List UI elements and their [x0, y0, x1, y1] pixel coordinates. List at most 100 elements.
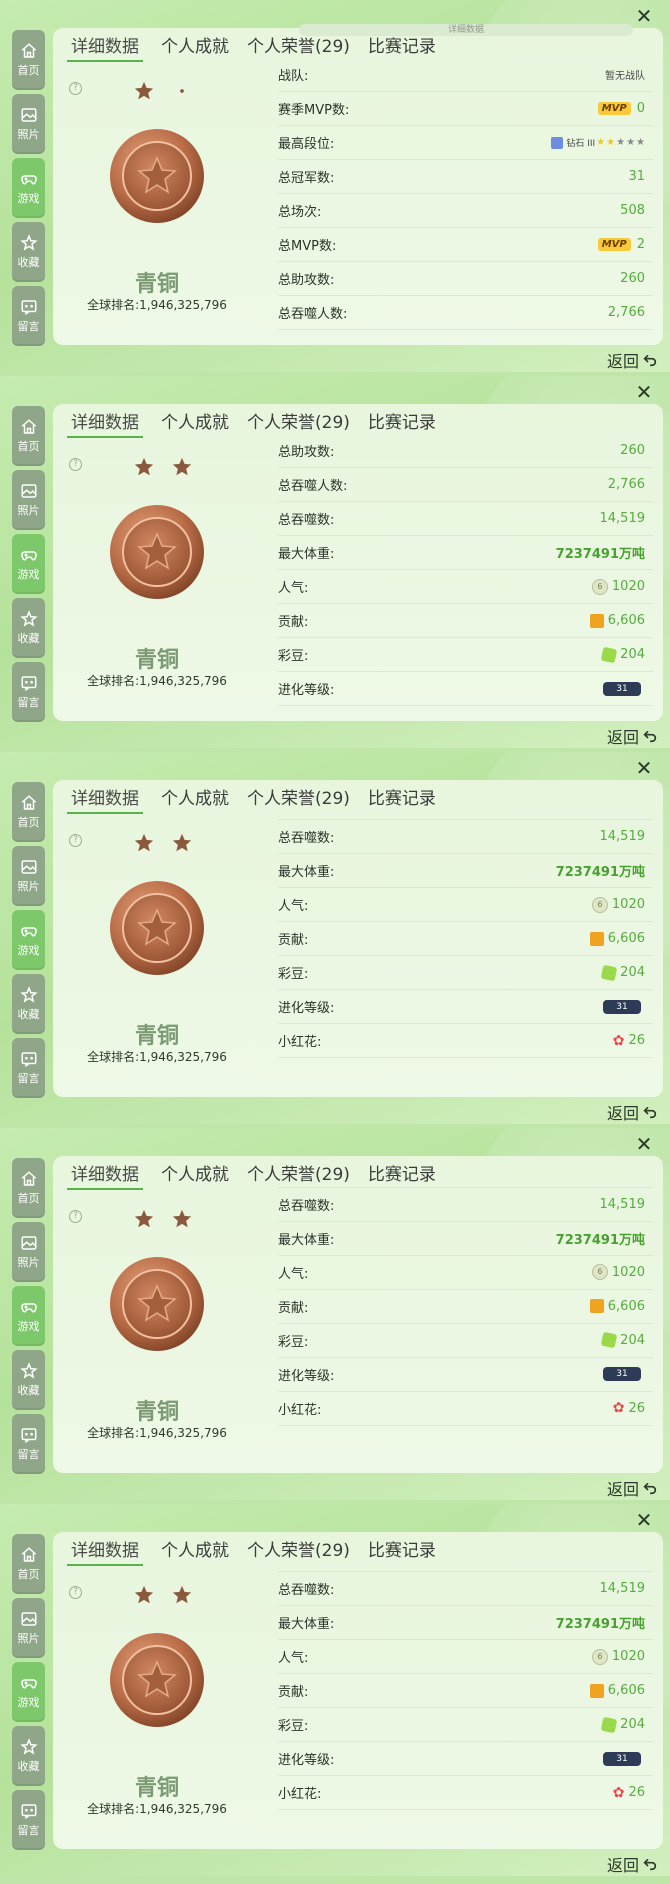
tab-0[interactable]: 详细数据	[67, 34, 143, 62]
stat-row: 总吞噬数: 14,519	[278, 820, 653, 855]
tab-2[interactable]: 个人荣誉(29)	[247, 410, 350, 436]
sidebar-item-3[interactable]: 收藏	[12, 974, 45, 1034]
stat-row: 总冠军数: 31	[278, 160, 653, 194]
sidebar-item-2[interactable]: 游戏	[12, 534, 45, 594]
stat-value: MVP 2	[597, 237, 645, 252]
back-button[interactable]: 返回	[607, 1852, 658, 1876]
sidebar-item-2[interactable]: 游戏	[12, 1286, 45, 1346]
close-icon[interactable]: ✕	[632, 756, 656, 780]
tab-0[interactable]: 详细数据	[67, 786, 143, 814]
sidebar-item-3[interactable]: 收藏	[12, 1726, 45, 1786]
close-icon[interactable]: ✕	[632, 380, 656, 404]
sidebar-item-label: 照片	[17, 880, 40, 893]
bronze-medal-icon	[109, 880, 205, 976]
sidebar-nav: 首页 照片 游戏 收藏 留言	[12, 30, 45, 350]
help-icon[interactable]: ?	[69, 834, 82, 847]
game-profile-screen: ✕ 首页 照片 游戏 收藏 留言 详细数据 个人成就 个人荣誉(29) 比赛记录? 青铜 全球排名:1…	[0, 376, 670, 748]
sidebar-item-3[interactable]: 收藏	[12, 222, 45, 282]
favorite-icon	[19, 610, 38, 630]
sidebar-item-1[interactable]: 照片	[12, 846, 45, 906]
tab-3[interactable]: 比赛记录	[368, 34, 436, 60]
popularity-icon: 6	[591, 896, 608, 913]
stat-value-text: 14,519	[599, 1196, 646, 1212]
tab-3[interactable]: 比赛记录	[368, 1538, 436, 1564]
stat-value: ✿26	[613, 1033, 645, 1049]
back-button[interactable]: 返回	[607, 1476, 658, 1500]
stat-row: 彩豆: 204	[278, 1324, 653, 1358]
sidebar-item-0[interactable]: 首页	[12, 782, 45, 842]
sidebar-item-3[interactable]: 收藏	[12, 598, 45, 658]
tab-2[interactable]: 个人荣誉(29)	[247, 34, 350, 60]
stat-label: 总MVP数:	[278, 239, 337, 254]
stats-rows: 战队:暂无战队赛季MVP数:MVP0最高段位:钻石 III★★★★★总冠军数:3…	[278, 434, 653, 716]
stat-row: 人气: 6 1020	[278, 1640, 653, 1675]
tab-bar: 详细数据 个人成就 个人荣誉(29) 比赛记录	[67, 1538, 454, 1566]
stat-value-text: 7237491万吨	[555, 1232, 645, 1248]
tab-3[interactable]: 比赛记录	[368, 410, 436, 436]
sidebar-item-0[interactable]: 首页	[12, 1534, 45, 1594]
rank-name: 青铜	[134, 1400, 179, 1425]
stat-value: ✿26	[613, 1400, 645, 1416]
stat-row: 总吞噬人数: 2,766	[278, 296, 653, 330]
stat-value: 7237491万吨	[556, 1613, 645, 1632]
sidebar-nav: 首页 照片 游戏 收藏 留言	[12, 1534, 45, 1854]
tab-1[interactable]: 个人成就	[161, 1538, 229, 1564]
tab-1[interactable]: 个人成就	[161, 786, 229, 812]
stats-list: 战队:暂无战队赛季MVP数:MVP0最高段位:钻石 III★★★★★总冠军数:3…	[278, 58, 653, 340]
rank-stars	[133, 456, 233, 480]
stat-row: 小红花: ✿26	[278, 706, 653, 717]
sidebar-item-1[interactable]: 照片	[12, 470, 45, 530]
tab-0[interactable]: 详细数据	[67, 1538, 143, 1566]
sidebar-item-3[interactable]: 收藏	[12, 1350, 45, 1410]
sidebar-item-4[interactable]: 留言	[12, 286, 45, 346]
rank-name: 青铜	[134, 648, 179, 673]
back-button[interactable]: 返回	[607, 724, 658, 748]
sidebar-item-1[interactable]: 照片	[12, 1598, 45, 1658]
close-icon[interactable]: ✕	[632, 1132, 656, 1156]
tab-2[interactable]: 个人荣誉(29)	[247, 786, 350, 812]
sidebar-item-2[interactable]: 游戏	[12, 910, 45, 970]
help-icon[interactable]: ?	[69, 1210, 82, 1223]
tab-0[interactable]: 详细数据	[67, 1162, 143, 1190]
back-button[interactable]: 返回	[607, 1100, 658, 1124]
game-profile-screen: ✕ 首页 照片 游戏 收藏 留言 详细数据 个人成就 个人荣誉(29) 比赛记录? 青铜 全球排名:1…	[0, 752, 670, 1124]
stats-list: 战队:暂无战队赛季MVP数:MVP0最高段位:钻石 III★★★★★总冠军数:3…	[278, 1562, 653, 1844]
sidebar-item-4[interactable]: 留言	[12, 1038, 45, 1098]
sidebar-item-0[interactable]: 首页	[12, 1158, 45, 1218]
tab-1[interactable]: 个人成就	[161, 34, 229, 60]
stat-label: 贡献:	[278, 1300, 309, 1316]
help-icon[interactable]: ?	[69, 458, 82, 471]
sidebar-item-1[interactable]: 照片	[12, 94, 45, 154]
sidebar-item-1[interactable]: 照片	[12, 1222, 45, 1282]
sidebar-item-0[interactable]: 首页	[12, 30, 45, 90]
tab-0[interactable]: 详细数据	[67, 410, 143, 438]
rank-stars	[133, 80, 233, 104]
sidebar-item-0[interactable]: 首页	[12, 406, 45, 466]
help-icon[interactable]: ?	[69, 82, 82, 95]
bronze-medal-icon	[109, 1632, 205, 1728]
profile-panel: 详细数据 个人成就 个人荣誉(29) 比赛记录? 青铜 全球排名:1,946,325,79…	[53, 780, 663, 1097]
close-icon[interactable]: ✕	[632, 4, 656, 28]
stat-row: 人气: 6 1020	[278, 1256, 653, 1290]
stat-row: 贡献: 6,606	[278, 1674, 653, 1709]
sidebar-item-4[interactable]: 留言	[12, 1414, 45, 1474]
tab-2[interactable]: 个人荣誉(29)	[247, 1538, 350, 1564]
sidebar-item-2[interactable]: 游戏	[12, 158, 45, 218]
help-icon[interactable]: ?	[69, 1586, 82, 1599]
sidebar-nav: 首页照片游戏 收藏 留言	[12, 782, 45, 1102]
stat-label: 彩豆:	[278, 1334, 309, 1350]
tab-3[interactable]: 比赛记录	[368, 786, 436, 812]
sidebar-item-2[interactable]: 游戏	[12, 1662, 45, 1722]
tab-3[interactable]: 比赛记录	[368, 1162, 436, 1188]
back-button[interactable]: 返回	[607, 348, 658, 372]
sidebar-item-4[interactable]: 留言	[12, 1790, 45, 1850]
tab-1[interactable]: 个人成就	[161, 1162, 229, 1188]
stats-list: 战队:暂无战队赛季MVP数:MVP0最高段位:钻石 III★★★★★总冠军数:3…	[278, 1186, 653, 1468]
sidebar-item-4[interactable]: 留言	[12, 662, 45, 722]
tab-1[interactable]: 个人成就	[161, 410, 229, 436]
close-icon[interactable]: ✕	[632, 1508, 656, 1532]
stat-label: 总助攻数:	[278, 273, 335, 288]
stat-value: 204	[600, 1716, 645, 1734]
tab-2[interactable]: 个人荣誉(29)	[247, 1162, 350, 1188]
favorite-icon	[19, 1362, 38, 1382]
